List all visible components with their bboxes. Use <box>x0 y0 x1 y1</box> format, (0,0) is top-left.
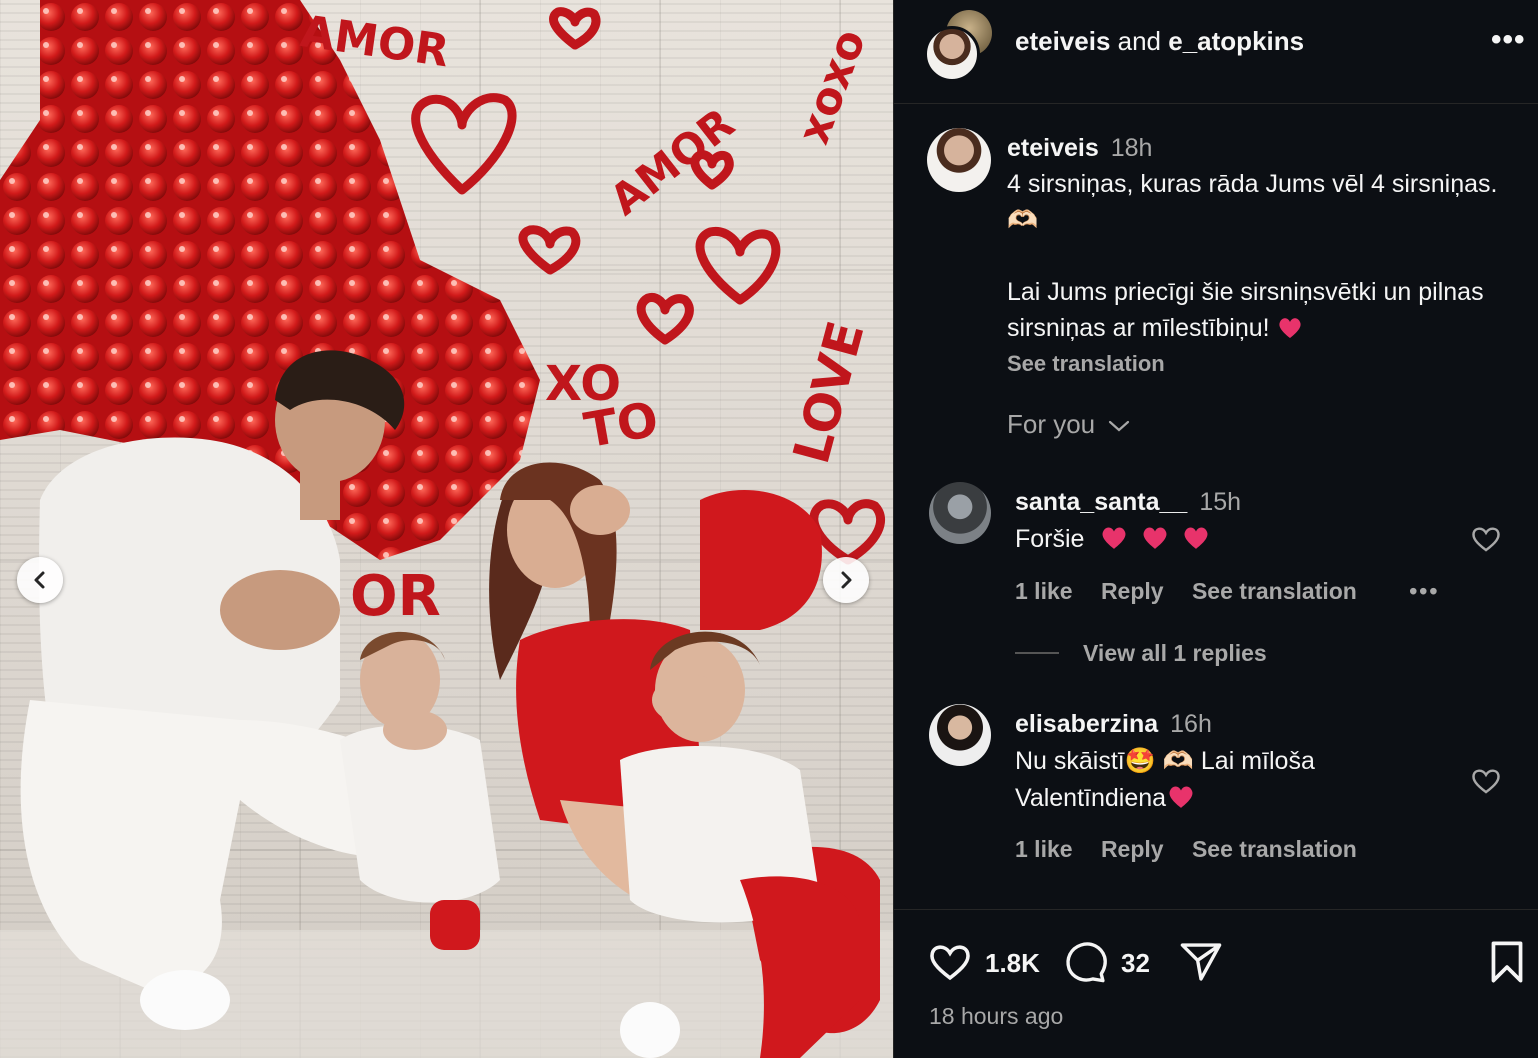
photo-illustration: AMOR AMOR xoxo XO TO LOVE OR <box>0 0 893 1058</box>
comment-username[interactable]: elisaberzina <box>1015 710 1158 738</box>
reply-button[interactable]: Reply <box>1101 836 1164 862</box>
more-icon: ••• <box>1491 23 1526 56</box>
comment-body: santa_santa__ 15h Foršie <box>1015 484 1455 558</box>
caption-time: 18h <box>1110 134 1153 162</box>
post-timestamp: 18 hours ago <box>929 1003 1064 1029</box>
chevron-left-icon <box>34 571 45 589</box>
photo-text-amor2: AMOR <box>601 99 743 225</box>
photo-text-love: LOVE <box>782 315 875 469</box>
post-side-panel: eteiveis and e_atopkins ••• eteiveis 18h … <box>893 0 1538 1058</box>
commenter-avatar[interactable] <box>929 482 991 544</box>
replies-divider <box>1015 652 1059 654</box>
next-photo-button[interactable] <box>823 557 869 603</box>
likes-count[interactable]: 1.8K <box>985 948 1040 979</box>
filter-label: For you <box>1007 409 1096 439</box>
comment-likes[interactable]: 1 like <box>1015 578 1073 604</box>
caption-avatar[interactable] <box>927 128 991 192</box>
like-comment-heart-icon[interactable] <box>1470 524 1502 554</box>
post-authors: eteiveis and e_atopkins <box>1015 26 1304 57</box>
heart-emoji-icon <box>1184 527 1208 549</box>
heart-emoji-icon <box>1169 786 1193 808</box>
comments-count[interactable]: 32 <box>1121 948 1150 979</box>
comment-actions: 1 like Reply See translation <box>1015 836 1379 863</box>
comment-time: 16h <box>1170 710 1212 738</box>
comment-filter-dropdown[interactable]: For you <box>1007 409 1130 440</box>
comment-text-line1: Nu skāistī🤩 🫶🏻 Lai mīloša <box>1015 747 1315 775</box>
caption-username[interactable]: eteiveis <box>1007 134 1099 162</box>
comment-icon[interactable] <box>1063 940 1109 984</box>
caption-line1: 4 sirsniņas, kuras rāda Jums vēl 4 sirsn… <box>1007 170 1498 234</box>
collaborator-username[interactable]: e_atopkins <box>1168 26 1304 56</box>
chevron-right-icon <box>841 571 852 589</box>
share-send-icon[interactable] <box>1178 940 1224 984</box>
comment-see-translation[interactable]: See translation <box>1192 836 1357 862</box>
comment-see-translation[interactable]: See translation <box>1192 578 1357 604</box>
photo-text-to: TO <box>580 391 662 459</box>
comment-text-line2: Valentīndiena <box>1015 784 1167 812</box>
post-caption: eteiveis 18h 4 sirsniņas, kuras rāda Jums… <box>1007 130 1507 382</box>
commenter-avatar[interactable] <box>929 704 991 766</box>
more-options-button[interactable]: ••• <box>1491 25 1526 55</box>
caption-line2: Lai Jums priecīgi šie sirsniņsvētki un p… <box>1007 278 1484 342</box>
like-heart-icon[interactable] <box>927 940 973 984</box>
comment-more-icon[interactable]: ••• <box>1409 578 1439 604</box>
comment-likes[interactable]: 1 like <box>1015 836 1073 862</box>
photo-text-xoxo: xoxo <box>788 23 876 151</box>
heart-emoji-icon <box>1102 527 1126 549</box>
reply-button[interactable]: Reply <box>1101 578 1164 604</box>
avatar-author[interactable] <box>924 26 980 82</box>
save-bookmark-icon[interactable] <box>1487 940 1527 984</box>
comment-text: Foršie <box>1015 525 1085 553</box>
comments-section[interactable]: eteiveis 18h 4 sirsniņas, kuras rāda Jums… <box>894 104 1538 910</box>
post-footer: 1.8K 32 18 hours ago <box>894 910 1538 1058</box>
comment-username[interactable]: santa_santa__ <box>1015 488 1187 516</box>
view-replies-button[interactable]: View all 1 replies <box>1083 640 1267 667</box>
heart-emoji-icon <box>1278 318 1301 338</box>
caption-see-translation[interactable]: See translation <box>1007 346 1507 382</box>
comment-actions: 1 like Reply See translation ••• <box>1015 578 1461 605</box>
and-text: and <box>1117 26 1162 56</box>
chevron-down-icon <box>1109 420 1130 432</box>
comment-time: 15h <box>1199 488 1242 516</box>
post-header: eteiveis and e_atopkins ••• <box>894 0 1538 104</box>
post-photo: AMOR AMOR xoxo XO TO LOVE OR <box>0 0 893 1058</box>
photo-text-or: OR <box>350 564 441 629</box>
comment-body: elisaberzina 16h Nu skāistī🤩 🫶🏻 Lai mīloš… <box>1015 706 1455 817</box>
like-comment-heart-icon[interactable] <box>1470 766 1502 796</box>
author-username[interactable]: eteiveis <box>1015 26 1110 56</box>
person-toddler <box>340 631 500 950</box>
heart-emojis <box>1091 525 1215 553</box>
heart-emoji-icon <box>1143 527 1167 549</box>
prev-photo-button[interactable] <box>17 557 63 603</box>
